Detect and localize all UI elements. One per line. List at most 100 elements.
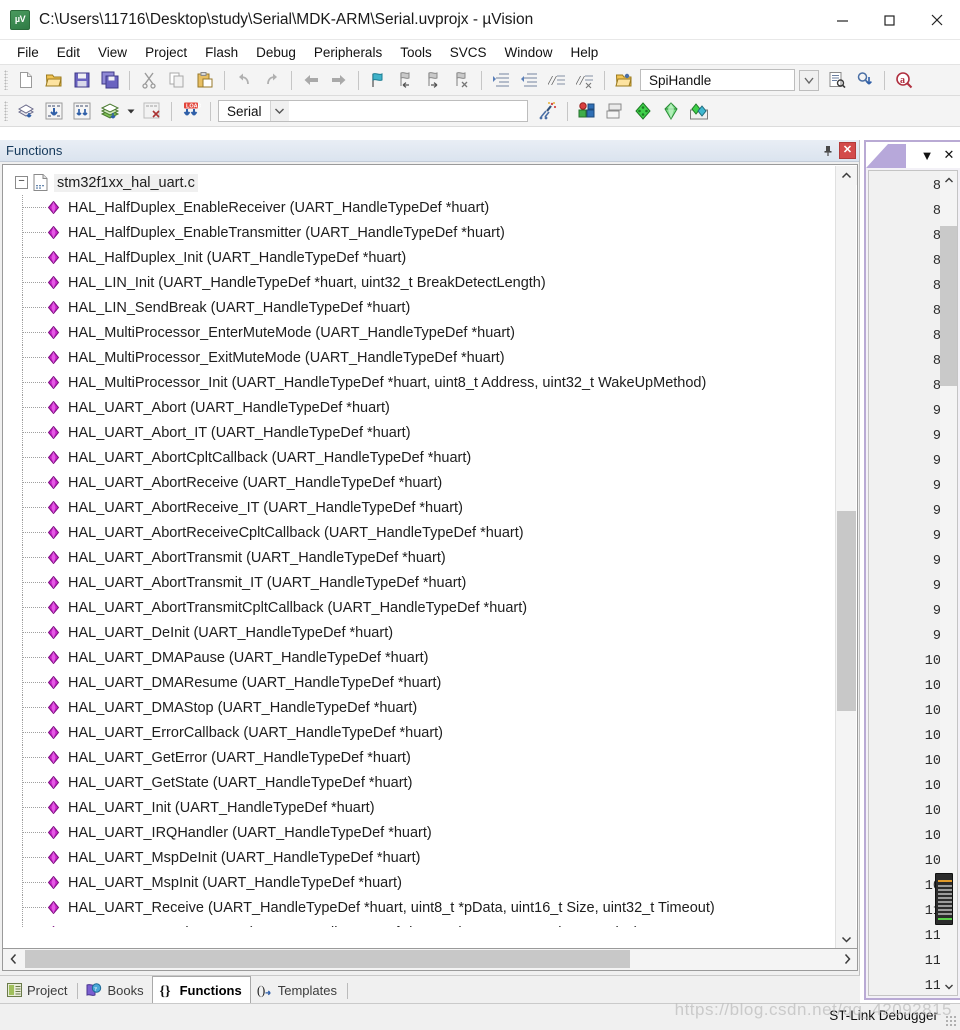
function-list-item[interactable]: HAL_UART_DMAResume (UART_HandleTypeDef *… <box>3 670 836 695</box>
function-list-item[interactable]: HAL_MultiProcessor_EnterMuteMode (UART_H… <box>3 320 836 345</box>
function-list-item[interactable]: HAL_HalfDuplex_EnableTransmitter (UART_H… <box>3 220 836 245</box>
batch-build-dropdown-icon[interactable] <box>124 98 138 124</box>
function-list-item[interactable]: HAL_UART_AbortTransmit_IT (UART_HandleTy… <box>3 570 836 595</box>
close-icon[interactable]: ✕ <box>839 142 856 159</box>
manage-project-items-icon[interactable] <box>573 98 601 124</box>
minimize-button[interactable] <box>819 0 866 40</box>
function-list-item[interactable]: HAL_UART_AbortReceive (UART_HandleTypeDe… <box>3 470 836 495</box>
tab-functions[interactable]: {} Functions <box>151 976 251 1004</box>
save-icon[interactable] <box>68 67 96 93</box>
menu-view[interactable]: View <box>89 43 136 62</box>
target-select[interactable]: Serial <box>218 100 528 122</box>
menu-edit[interactable]: Edit <box>48 43 89 62</box>
resize-grip[interactable] <box>945 1015 957 1027</box>
editor-tab-menu-icon[interactable]: ▼ <box>916 144 938 166</box>
menu-help[interactable]: Help <box>562 43 608 62</box>
menu-peripherals[interactable]: Peripherals <box>305 43 391 62</box>
function-list-item[interactable]: HAL_UART_AbortReceiveCpltCallback (UART_… <box>3 520 836 545</box>
function-list-item[interactable]: HAL_UART_GetState (UART_HandleTypeDef *h… <box>3 770 836 795</box>
tab-books[interactable]: ? Books <box>80 977 151 1003</box>
function-list-item[interactable]: HAL_LIN_SendBreak (UART_HandleTypeDef *h… <box>3 295 836 320</box>
comment-icon[interactable]: // <box>543 67 571 93</box>
rebuild-icon[interactable] <box>68 98 96 124</box>
editor-active-tab[interactable] <box>866 144 906 168</box>
chevron-down-icon[interactable] <box>836 930 857 948</box>
menu-flash[interactable]: Flash <box>196 43 247 62</box>
functions-vertical-scrollbar[interactable] <box>835 166 857 948</box>
function-list-item[interactable]: HAL_UART_DMAPause (UART_HandleTypeDef *h… <box>3 645 836 670</box>
find-in-files-icon[interactable] <box>823 67 851 93</box>
close-button[interactable] <box>913 0 960 40</box>
functions-horizontal-scrollbar[interactable] <box>2 949 858 971</box>
download-icon[interactable]: LOAD <box>177 98 205 124</box>
cut-icon[interactable] <box>135 67 163 93</box>
find-icon[interactable]: a <box>890 67 918 93</box>
run-time-env-icon[interactable] <box>657 98 685 124</box>
function-list-item[interactable]: HAL_UART_AbortReceive_IT (UART_HandleTyp… <box>3 495 836 520</box>
function-list-item[interactable]: HAL_MultiProcessor_Init (UART_HandleType… <box>3 370 836 395</box>
chevron-down-icon[interactable] <box>940 978 957 995</box>
maximize-button[interactable] <box>866 0 913 40</box>
vertical-scrollbar-thumb[interactable] <box>837 511 856 711</box>
function-list-item[interactable]: HAL_UART_Receive (UART_HandleTypeDef *hu… <box>3 895 836 920</box>
menu-project[interactable]: Project <box>136 43 196 62</box>
uncomment-icon[interactable]: // <box>571 67 599 93</box>
function-list-item[interactable]: HAL_UART_DMAStop (UART_HandleTypeDef *hu… <box>3 695 836 720</box>
bookmark-next-icon[interactable] <box>420 67 448 93</box>
editor-vertical-scrollbar[interactable] <box>940 171 957 995</box>
tab-templates[interactable]: () Templates <box>251 977 345 1003</box>
undo-icon[interactable] <box>230 67 258 93</box>
function-list-item[interactable]: HAL_UART_MspInit (UART_HandleTypeDef *hu… <box>3 870 836 895</box>
copy-icon[interactable] <box>163 67 191 93</box>
bookmark-prev-icon[interactable] <box>392 67 420 93</box>
goto-symbol-combo[interactable]: SpiHandle <box>640 69 795 91</box>
function-list-item[interactable]: HAL_UART_AbortTransmitCpltCallback (UART… <box>3 595 836 620</box>
chevron-down-icon[interactable] <box>795 67 823 93</box>
function-list-item[interactable]: HAL_HalfDuplex_Init (UART_HandleTypeDef … <box>3 245 836 270</box>
batch-build-icon[interactable] <box>96 98 124 124</box>
new-file-icon[interactable] <box>12 67 40 93</box>
function-list-item[interactable]: HAL_LIN_Init (UART_HandleTypeDef *huart,… <box>3 270 836 295</box>
function-list-item[interactable]: HAL_UART_MspDeInit (UART_HandleTypeDef *… <box>3 845 836 870</box>
pin-icon[interactable] <box>819 142 836 159</box>
function-list-item[interactable]: HAL_UART_Abort (UART_HandleTypeDef *huar… <box>3 395 836 420</box>
horizontal-scrollbar-thumb[interactable] <box>25 950 630 968</box>
function-list-item[interactable]: HAL_HalfDuplex_EnableReceiver (UART_Hand… <box>3 195 836 220</box>
manage-multi-project-icon[interactable] <box>601 98 629 124</box>
function-list-item[interactable]: HAL_UART_Abort_IT (UART_HandleTypeDef *h… <box>3 420 836 445</box>
bookmark-toggle-icon[interactable] <box>364 67 392 93</box>
incremental-find-icon[interactable] <box>851 67 879 93</box>
toolbar-grip[interactable] <box>4 70 8 90</box>
navigate-back-icon[interactable] <box>297 67 325 93</box>
function-list-item[interactable]: HAL_UART_Init (UART_HandleTypeDef *huart… <box>3 795 836 820</box>
pack-installer-icon[interactable] <box>629 98 657 124</box>
save-all-icon[interactable] <box>96 67 124 93</box>
paste-icon[interactable] <box>191 67 219 93</box>
chevron-left-icon[interactable] <box>3 949 23 969</box>
translate-icon[interactable] <box>12 98 40 124</box>
menu-window[interactable]: Window <box>495 43 561 62</box>
function-list-item[interactable]: HAL_UART_Receive_DMA (UART_HandleTypeDef… <box>3 920 836 927</box>
chevron-up-icon[interactable] <box>940 171 957 188</box>
indent-right-icon[interactable] <box>487 67 515 93</box>
indent-left-icon[interactable] <box>515 67 543 93</box>
stop-build-icon[interactable] <box>138 98 166 124</box>
menu-tools[interactable]: Tools <box>391 43 441 62</box>
chevron-right-icon[interactable] <box>837 949 857 969</box>
open-folder-icon[interactable] <box>40 67 68 93</box>
tab-project[interactable]: Project <box>0 977 75 1003</box>
software-packs-icon[interactable] <box>685 98 713 124</box>
editor-close-icon[interactable]: ✕ <box>938 144 960 166</box>
function-list-item[interactable]: HAL_UART_AbortCpltCallback (UART_HandleT… <box>3 445 836 470</box>
chevron-down-icon[interactable] <box>269 101 289 121</box>
function-list-item[interactable]: HAL_UART_ErrorCallback (UART_HandleTypeD… <box>3 720 836 745</box>
menu-svcs[interactable]: SVCS <box>441 43 496 62</box>
tree-root-node[interactable]: − stm32f1xx_hal_uart.c <box>3 170 836 195</box>
function-list-item[interactable]: HAL_UART_IRQHandler (UART_HandleTypeDef … <box>3 820 836 845</box>
menu-debug[interactable]: Debug <box>247 43 305 62</box>
target-options-icon[interactable] <box>534 98 562 124</box>
chevron-up-icon[interactable] <box>836 166 857 185</box>
tree-expander[interactable]: − <box>15 176 28 189</box>
editor-body[interactable]: 8 8 8 8 8 8 8 8 8 9 9 9 9 9 9 9 9 9 9 10… <box>868 170 958 996</box>
editor-scrollbar-thumb[interactable] <box>940 226 957 386</box>
